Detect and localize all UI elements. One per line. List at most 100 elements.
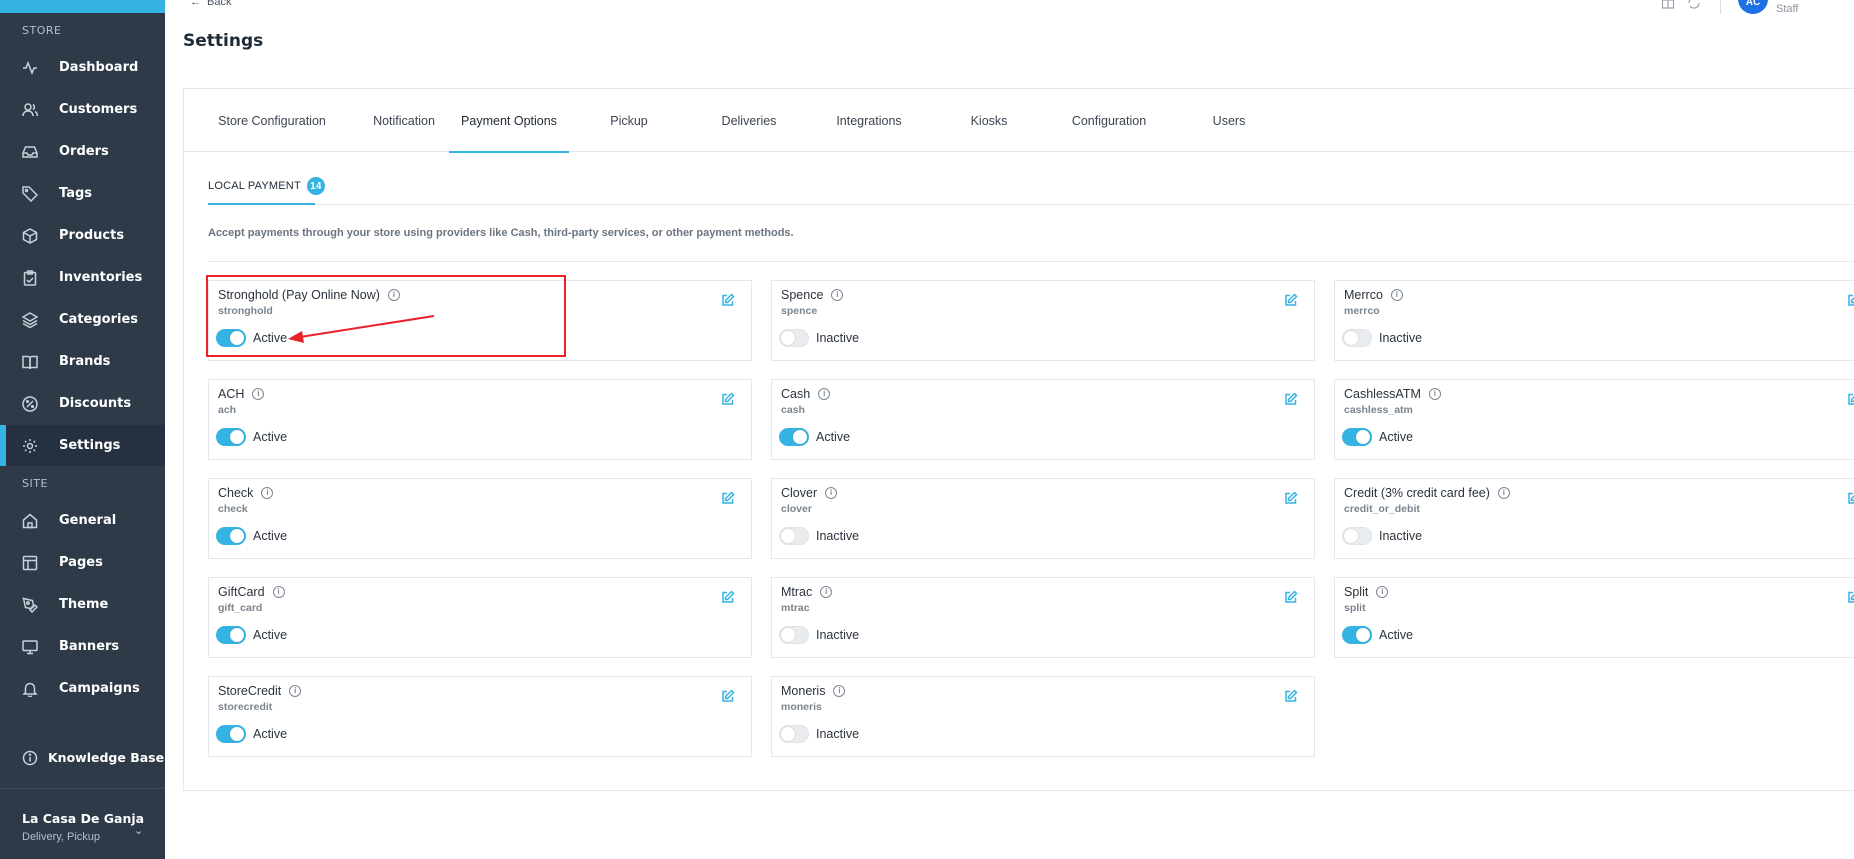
status-toggle[interactable] xyxy=(216,527,246,545)
settings-tabs: Store Configuration Notification Payment… xyxy=(184,89,1854,153)
edit-icon[interactable] xyxy=(1284,491,1298,505)
store-switcher[interactable]: La Casa De Ganja Delivery, Pickup ⌃ ⌄ xyxy=(0,788,165,859)
info-icon[interactable]: i xyxy=(1497,487,1510,499)
inbox-icon xyxy=(22,144,38,160)
sidebar-item-pages[interactable]: Pages xyxy=(0,542,165,583)
status-toggle[interactable] xyxy=(1342,527,1372,545)
tab-payment-options[interactable]: Payment Options xyxy=(449,89,569,153)
sidebar-item-general[interactable]: General xyxy=(0,500,165,541)
info-icon[interactable]: i xyxy=(818,388,831,400)
tab-pickup[interactable]: Pickup xyxy=(569,89,689,152)
edit-icon[interactable] xyxy=(1284,293,1298,307)
layers-icon xyxy=(22,311,38,328)
sidebar-item-brands[interactable]: Brands xyxy=(0,341,165,382)
sidebar-item-theme[interactable]: Theme xyxy=(0,584,165,625)
status-toggle[interactable] xyxy=(779,428,809,446)
edit-icon[interactable] xyxy=(1847,293,1854,307)
edit-icon[interactable] xyxy=(1847,590,1854,604)
info-icon[interactable]: i xyxy=(272,586,285,598)
status-toggle[interactable] xyxy=(1342,329,1372,347)
edit-icon[interactable] xyxy=(1284,689,1298,703)
status-toggle[interactable] xyxy=(216,725,246,743)
status-toggle[interactable] xyxy=(779,329,809,347)
edit-icon[interactable] xyxy=(721,491,735,505)
edit-icon[interactable] xyxy=(1847,392,1854,406)
toggle-knob xyxy=(230,727,244,741)
info-icon[interactable]: i xyxy=(1428,388,1441,400)
status-toggle[interactable] xyxy=(1342,428,1372,446)
count-badge: 14 xyxy=(306,177,325,195)
subtab-local-payment[interactable]: LOCAL PAYMENT 14 xyxy=(208,177,325,195)
payment-slug: check xyxy=(218,503,248,515)
sidebar-section-site: SITE xyxy=(22,477,48,490)
edit-icon[interactable] xyxy=(1284,590,1298,604)
edit-icon[interactable] xyxy=(721,689,735,703)
back-link[interactable]: ← Back xyxy=(190,0,231,8)
back-label: Back xyxy=(207,0,232,8)
sidebar-item-settings[interactable]: Settings xyxy=(0,425,165,466)
sidebar-item-label: Dashboard xyxy=(59,60,139,75)
info-icon[interactable]: i xyxy=(252,388,265,400)
tab-users[interactable]: Users xyxy=(1169,89,1289,152)
sidebar-item-dashboard[interactable]: Dashboard xyxy=(0,47,165,88)
payment-slug: ach xyxy=(218,404,237,416)
status-toggle[interactable] xyxy=(779,626,809,644)
status-toggle[interactable] xyxy=(1342,626,1372,644)
info-icon[interactable]: i xyxy=(1390,289,1403,301)
sidebar-item-inventories[interactable]: Inventories xyxy=(0,257,165,298)
status-toggle[interactable] xyxy=(216,626,246,644)
payment-name: ACH xyxy=(218,387,245,401)
gift-icon[interactable] xyxy=(1661,0,1675,9)
tab-configuration[interactable]: Configuration xyxy=(1049,89,1169,152)
refresh-icon[interactable] xyxy=(1687,0,1701,9)
sidebar-item-label: Orders xyxy=(59,144,109,159)
tab-store-configuration[interactable]: Store Configuration xyxy=(208,89,336,152)
info-icon[interactable]: i xyxy=(825,487,838,499)
payment-card-clover: Clover i clover Inactive xyxy=(771,478,1315,559)
edit-icon[interactable] xyxy=(1284,392,1298,406)
tab-deliveries[interactable]: Deliveries xyxy=(689,89,809,152)
payment-card-check: Check i check Active xyxy=(208,478,752,559)
info-icon[interactable]: i xyxy=(833,685,846,697)
payment-card-cashless-atm: CashlessATM i cashless_atm Active xyxy=(1334,379,1854,460)
sidebar-item-tags[interactable]: Tags xyxy=(0,173,165,214)
payment-description: Accept payments through your store using… xyxy=(208,227,794,239)
sidebar-top-accent xyxy=(0,0,165,13)
info-icon[interactable]: i xyxy=(261,487,274,499)
info-icon[interactable]: i xyxy=(289,685,302,697)
status-toggle[interactable] xyxy=(779,527,809,545)
status-toggle[interactable] xyxy=(779,725,809,743)
store-fulfillment: Delivery, Pickup xyxy=(22,831,101,843)
sidebar-item-orders[interactable]: Orders xyxy=(0,131,165,172)
tab-kiosks[interactable]: Kiosks xyxy=(929,89,1049,152)
payment-slug: mtrac xyxy=(781,602,810,614)
sidebar-item-label: Tags xyxy=(59,186,93,201)
edit-icon[interactable] xyxy=(721,590,735,604)
sidebar-item-categories[interactable]: Categories xyxy=(0,299,165,340)
info-icon[interactable]: i xyxy=(820,586,833,598)
edit-icon[interactable] xyxy=(1847,491,1854,505)
payment-card-credit-or-debit: Credit (3% credit card fee) i credit_or_… xyxy=(1334,478,1854,559)
sidebar-item-knowledge-base[interactable]: Knowledge Base xyxy=(0,737,165,778)
sidebar-item-banners[interactable]: Banners xyxy=(0,626,165,667)
sidebar-item-campaigns[interactable]: Campaigns xyxy=(0,668,165,709)
payment-slug: storecredit xyxy=(218,701,273,713)
info-icon[interactable]: i xyxy=(831,289,844,301)
tab-notification[interactable]: Notification xyxy=(348,89,460,152)
sidebar-item-customers[interactable]: Customers xyxy=(0,89,165,130)
payment-name: Cash xyxy=(781,387,811,401)
edit-icon[interactable] xyxy=(721,293,735,307)
avatar[interactable]: AC xyxy=(1738,0,1768,14)
payment-slug: moneris xyxy=(781,701,822,713)
payment-slug: credit_or_debit xyxy=(1344,503,1420,515)
user-role: Staff xyxy=(1776,3,1799,15)
edit-icon[interactable] xyxy=(721,392,735,406)
subtab-divider xyxy=(208,204,1854,205)
status-toggle[interactable] xyxy=(216,428,246,446)
tag-icon xyxy=(22,185,38,202)
sidebar-item-products[interactable]: Products xyxy=(0,215,165,256)
tab-integrations[interactable]: Integrations xyxy=(809,89,929,152)
info-icon[interactable]: i xyxy=(1376,586,1389,598)
sidebar-item-discounts[interactable]: Discounts xyxy=(0,383,165,424)
payment-name: Split xyxy=(1344,585,1369,599)
